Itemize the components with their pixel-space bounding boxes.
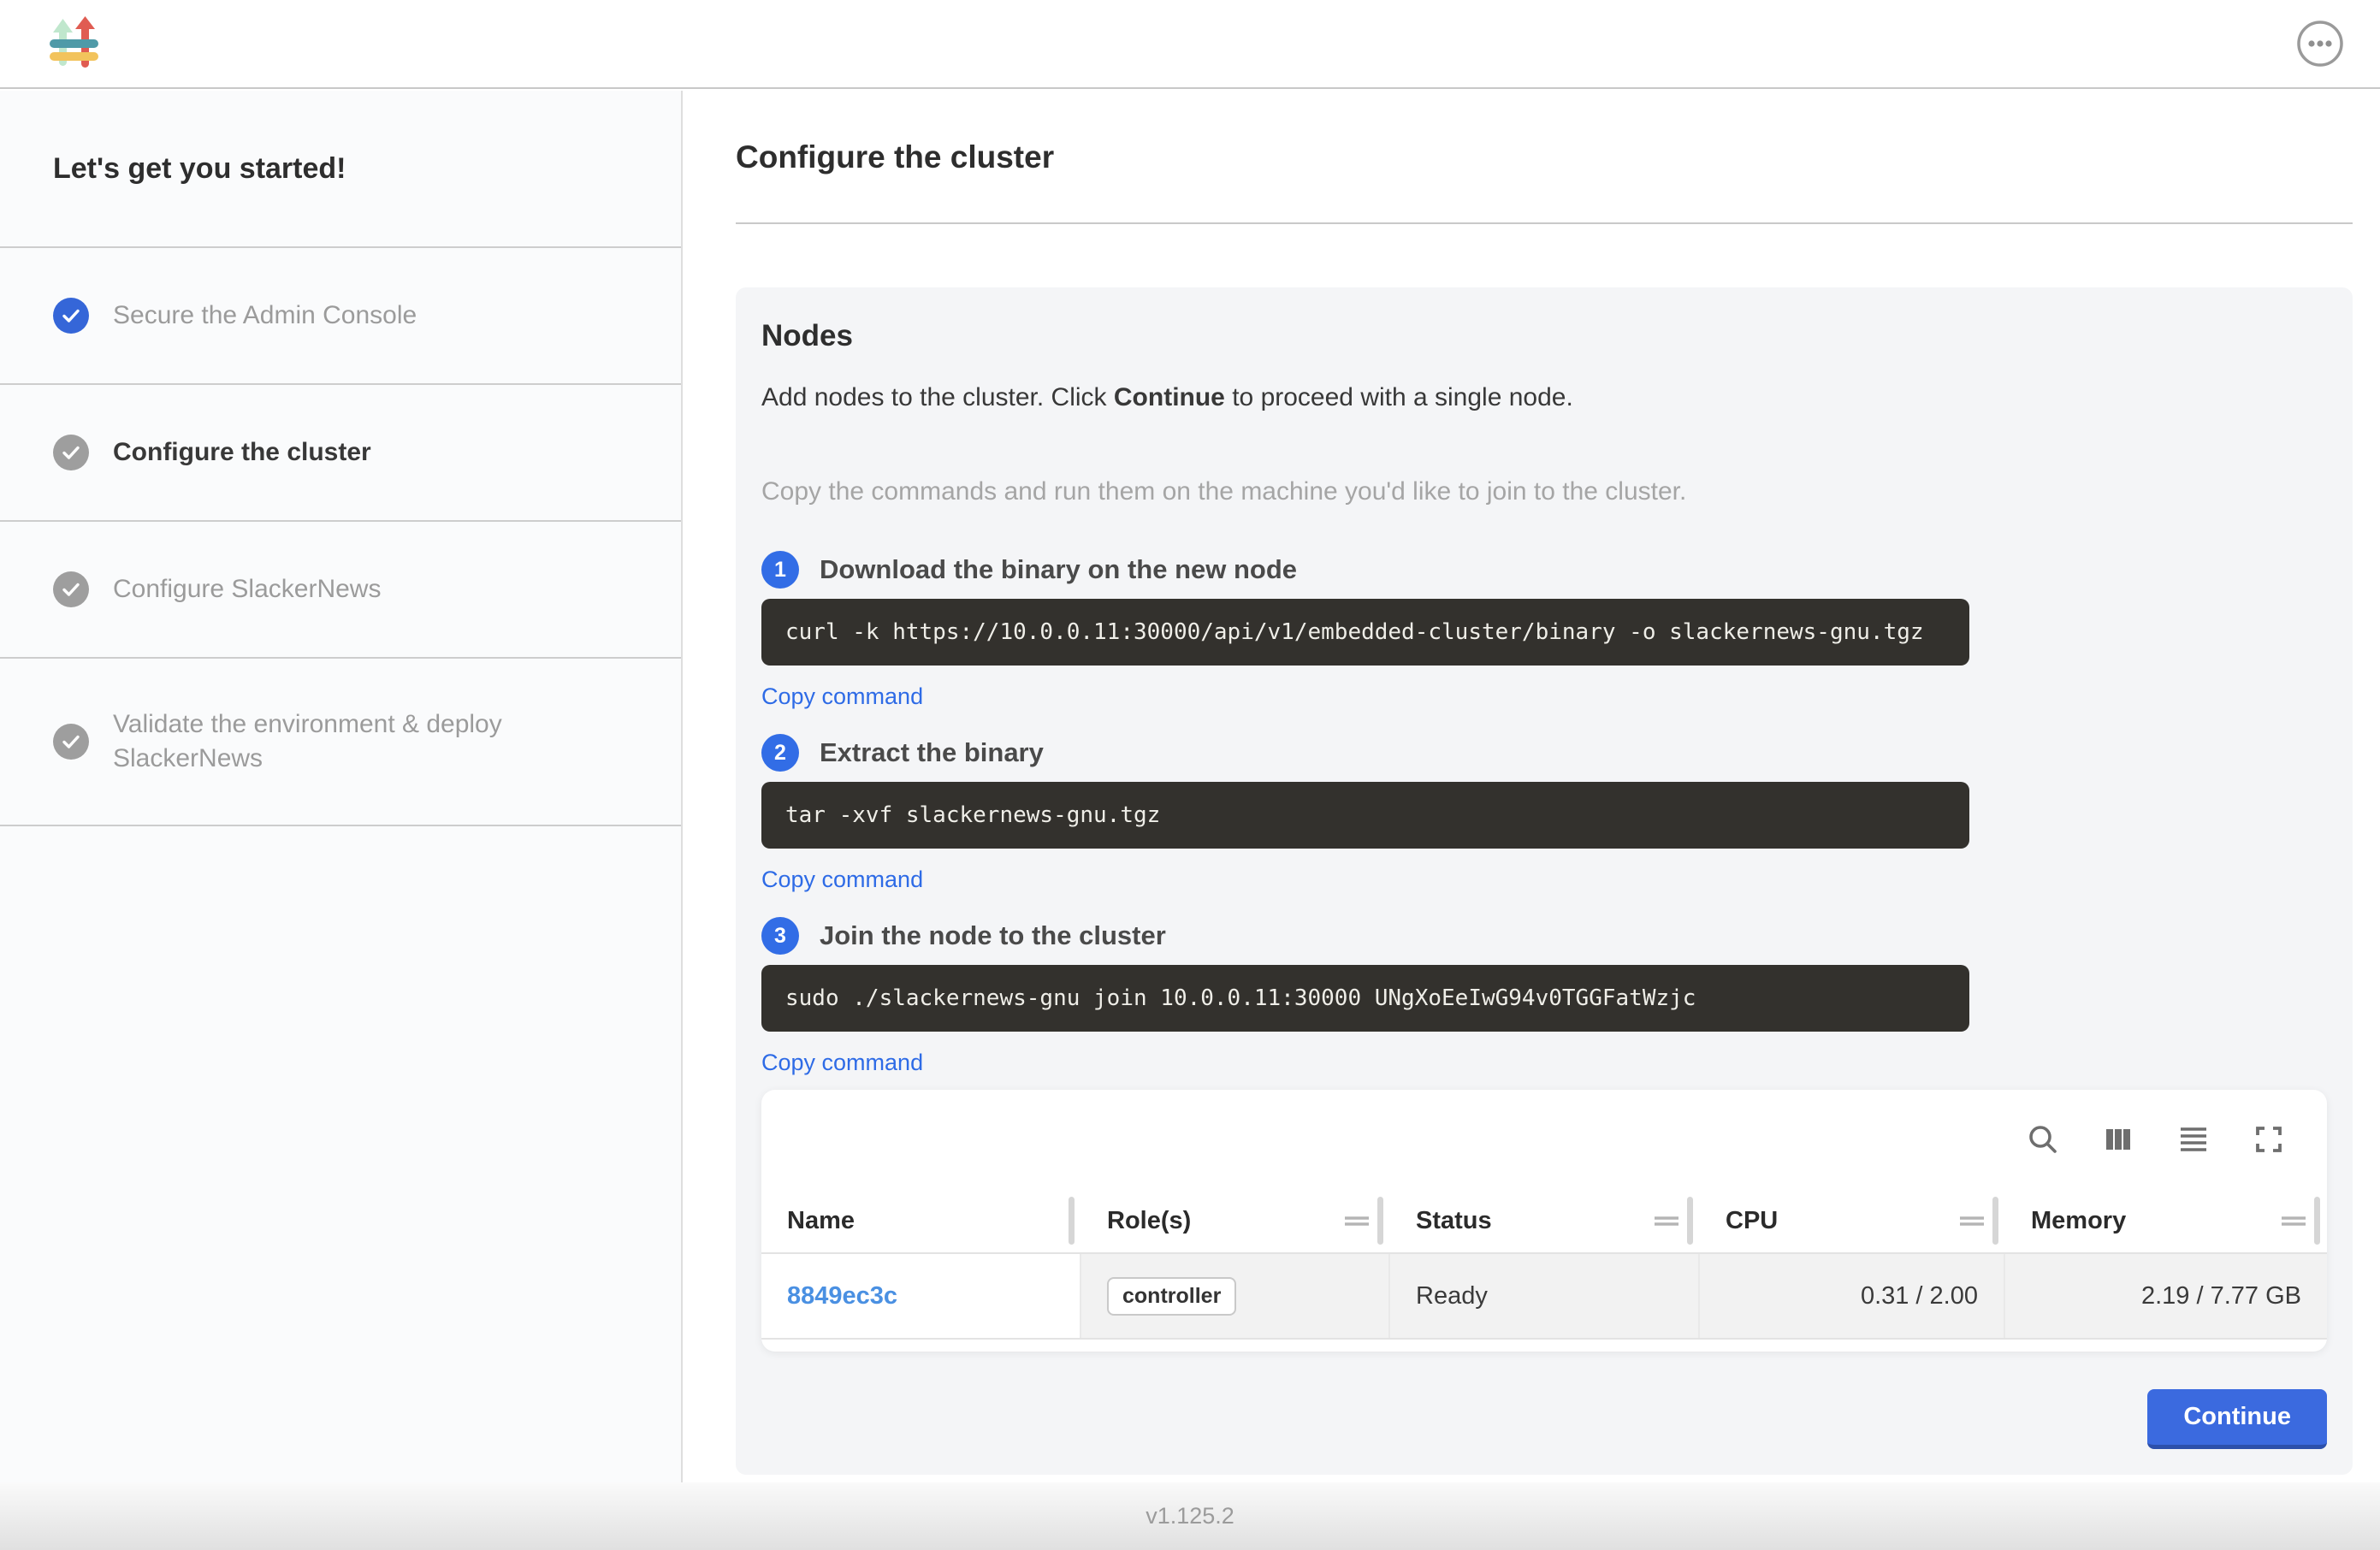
- cell-node-name: 8849ec3c: [761, 1254, 1081, 1338]
- drag-handle-icon[interactable]: [2280, 1212, 2307, 1229]
- column-label: Memory: [2031, 1207, 2126, 1235]
- nodes-card: Nodes Add nodes to the cluster. Click Co…: [736, 287, 2353, 1475]
- cell-node-roles: controller: [1081, 1254, 1390, 1338]
- column-resize-handle[interactable]: [2314, 1197, 2320, 1245]
- column-label: CPU: [1726, 1207, 1778, 1235]
- step-1-title: Download the binary on the new node: [820, 553, 1297, 586]
- fullscreen-icon: [2252, 1122, 2286, 1157]
- cell-node-status: Ready: [1390, 1254, 1700, 1338]
- table-row: 8849ec3c controller Ready 0.31 / 2.00 2.…: [761, 1254, 2327, 1340]
- sidebar-item-label: Validate the environment & deploy Slacke…: [113, 707, 541, 776]
- sidebar-item-label: Configure the cluster: [113, 435, 371, 470]
- step-1-command-code: curl -k https://10.0.0.11:30000/api/v1/e…: [761, 599, 1969, 666]
- nodes-intro-text: Add nodes to the cluster. Click Continue…: [761, 382, 2327, 414]
- sidebar-item-configure-slackernews[interactable]: Configure SlackerNews: [0, 522, 681, 659]
- intro-suffix: to proceed with a single node.: [1225, 383, 1573, 411]
- nodes-heading: Nodes: [761, 318, 2327, 354]
- check-circle-icon: [53, 571, 89, 607]
- main-content: Configure the cluster Nodes Add nodes to…: [684, 91, 2380, 1482]
- slackernews-logo-icon: [50, 16, 99, 71]
- sidebar-item-validate-deploy[interactable]: Validate the environment & deploy Slacke…: [0, 659, 681, 826]
- check-circle-icon: [53, 724, 89, 760]
- density-rows-icon: [2176, 1122, 2211, 1157]
- table-search-button[interactable]: [2026, 1122, 2060, 1157]
- ellipsis-menu-icon: [2296, 20, 2344, 68]
- step-3-header: 3 Join the node to the cluster: [761, 917, 2327, 955]
- sidebar-item-label: Secure the Admin Console: [113, 299, 417, 333]
- step-3-title: Join the node to the cluster: [820, 920, 1166, 952]
- table-body: 8849ec3c controller Ready 0.31 / 2.00 2.…: [761, 1254, 2327, 1340]
- check-circle-icon: [53, 435, 89, 470]
- step-3-copy-command-link[interactable]: Copy command: [761, 1049, 923, 1076]
- column-resize-handle[interactable]: [1069, 1197, 1075, 1245]
- continue-button[interactable]: Continue: [2147, 1389, 2327, 1449]
- table-columns-button[interactable]: [2101, 1122, 2135, 1157]
- sidebar-item-label: Configure SlackerNews: [113, 572, 381, 606]
- column-resize-handle[interactable]: [1992, 1197, 1998, 1245]
- column-label: Role(s): [1107, 1207, 1191, 1235]
- table-toolbar: [761, 1090, 2327, 1189]
- intro-prefix: Add nodes to the cluster. Click: [761, 383, 1114, 411]
- join-instructions-text: Copy the commands and run them on the ma…: [761, 476, 2327, 508]
- check-circle-icon: [53, 298, 89, 334]
- step-2-copy-command-link[interactable]: Copy command: [761, 866, 923, 893]
- table-fullscreen-button[interactable]: [2252, 1122, 2286, 1157]
- app-footer: v1.125.2: [0, 1482, 2380, 1550]
- admin-console-app: Let's get you started! Secure the Admin …: [0, 0, 2380, 1550]
- column-label: Status: [1416, 1207, 1492, 1235]
- nodes-table: Name Role(s): [761, 1189, 2327, 1352]
- page-title: Configure the cluster: [736, 139, 2353, 176]
- title-divider: [736, 222, 2353, 224]
- step-2-title: Extract the binary: [820, 737, 1044, 769]
- table-panel-spacer: [761, 1340, 2327, 1352]
- cell-node-memory: 2.19 / 7.77 GB: [2005, 1254, 2327, 1338]
- drag-handle-icon[interactable]: [1343, 1212, 1371, 1229]
- sidebar-heading: Let's get you started!: [0, 91, 681, 248]
- column-header-memory[interactable]: Memory: [2005, 1189, 2327, 1252]
- table-density-button[interactable]: [2176, 1122, 2211, 1157]
- table-header-row: Name Role(s): [761, 1189, 2327, 1254]
- card-actions: Continue: [761, 1389, 2327, 1449]
- search-icon: [2026, 1122, 2060, 1157]
- step-3-command-code: sudo ./slackernews-gnu join 10.0.0.11:30…: [761, 965, 1969, 1032]
- column-header-cpu[interactable]: CPU: [1700, 1189, 2005, 1252]
- step-2-number-badge: 2: [761, 734, 799, 772]
- drag-handle-icon[interactable]: [1653, 1212, 1680, 1229]
- sidebar-item-secure-admin-console[interactable]: Secure the Admin Console: [0, 248, 681, 385]
- column-header-roles[interactable]: Role(s): [1081, 1189, 1390, 1252]
- column-label: Name: [787, 1207, 855, 1235]
- column-resize-handle[interactable]: [1377, 1197, 1383, 1245]
- version-label: v1.125.2: [1146, 1503, 1234, 1529]
- cell-node-cpu: 0.31 / 2.00: [1700, 1254, 2005, 1338]
- step-1-copy-command-link[interactable]: Copy command: [761, 683, 923, 710]
- step-1-header: 1 Download the binary on the new node: [761, 551, 2327, 589]
- intro-bold-continue: Continue: [1114, 383, 1225, 411]
- setup-steps-sidebar: Let's get you started! Secure the Admin …: [0, 91, 683, 1482]
- node-name-link[interactable]: 8849ec3c: [787, 1282, 897, 1310]
- sidebar-item-configure-cluster[interactable]: Configure the cluster: [0, 385, 681, 522]
- step-3-number-badge: 3: [761, 917, 799, 955]
- view-columns-icon: [2101, 1122, 2135, 1157]
- step-2-header: 2 Extract the binary: [761, 734, 2327, 772]
- column-header-status[interactable]: Status: [1390, 1189, 1700, 1252]
- top-nav: [0, 0, 2380, 89]
- column-header-name[interactable]: Name: [761, 1189, 1081, 1252]
- role-chip: controller: [1107, 1277, 1236, 1316]
- step-2-command-code: tar -xvf slackernews-gnu.tgz: [761, 782, 1969, 849]
- overflow-menu-button[interactable]: [2296, 20, 2344, 68]
- nodes-table-panel: Name Role(s): [761, 1090, 2327, 1352]
- drag-handle-icon[interactable]: [1958, 1212, 1986, 1229]
- step-1-number-badge: 1: [761, 551, 799, 589]
- column-resize-handle[interactable]: [1687, 1197, 1693, 1245]
